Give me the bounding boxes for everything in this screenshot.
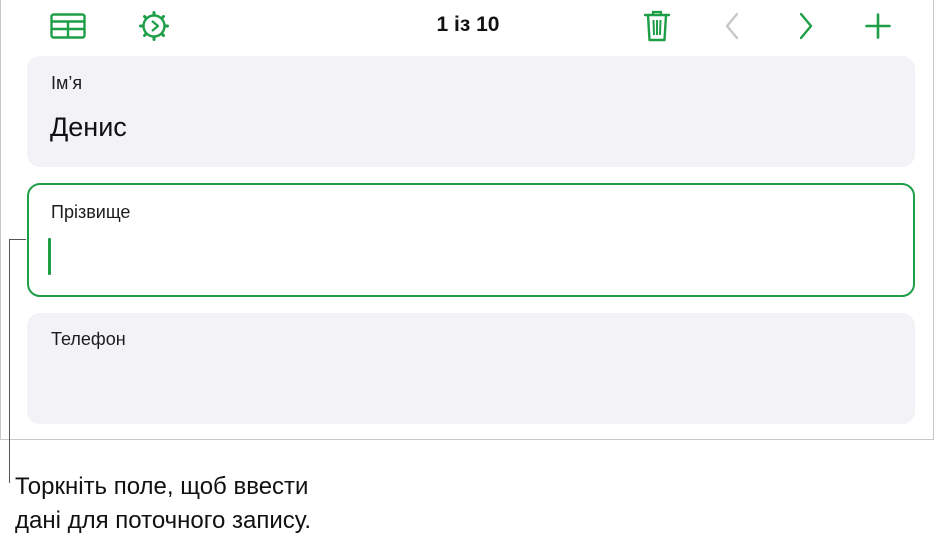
gear-icon: [139, 11, 169, 41]
callout-text: Торкніть поле, щоб ввести дані для поточ…: [15, 470, 311, 538]
delete-record-button[interactable]: [637, 8, 677, 44]
settings-button[interactable]: [134, 8, 174, 44]
last-name-label: Прізвище: [51, 202, 131, 222]
text-caret: [48, 238, 51, 275]
first-name-field[interactable]: Ім’я Денис: [27, 56, 915, 167]
add-record-button[interactable]: [858, 8, 898, 44]
plus-icon: [865, 13, 891, 39]
trash-icon: [643, 10, 671, 42]
callout-line-2: дані для поточного запису.: [15, 507, 312, 534]
phone-label: Телефон: [51, 329, 126, 349]
phone-field[interactable]: Телефон: [27, 313, 915, 424]
first-name-value: Денис: [50, 112, 127, 142]
toolbar: 1 із 10: [1, 0, 935, 56]
last-name-field[interactable]: Прізвище: [27, 183, 915, 297]
next-record-button[interactable]: [786, 8, 826, 44]
chevron-left-icon: [725, 12, 739, 40]
record-counter: 1 із 10: [436, 13, 500, 36]
callout-line-1: Торкніть поле, щоб ввести: [15, 473, 309, 500]
chevron-right-icon: [799, 12, 813, 40]
callout-leader-horizontal: [9, 239, 26, 240]
callout-leader-vertical: [9, 239, 10, 483]
previous-record-button[interactable]: [712, 8, 752, 44]
table-view-button[interactable]: [48, 8, 88, 44]
first-name-label: Ім’я: [51, 73, 83, 93]
record-form-panel: 1 із 10 Ім’я Денис Прізвище Телефон: [0, 0, 934, 440]
table-view-icon: [50, 13, 86, 39]
